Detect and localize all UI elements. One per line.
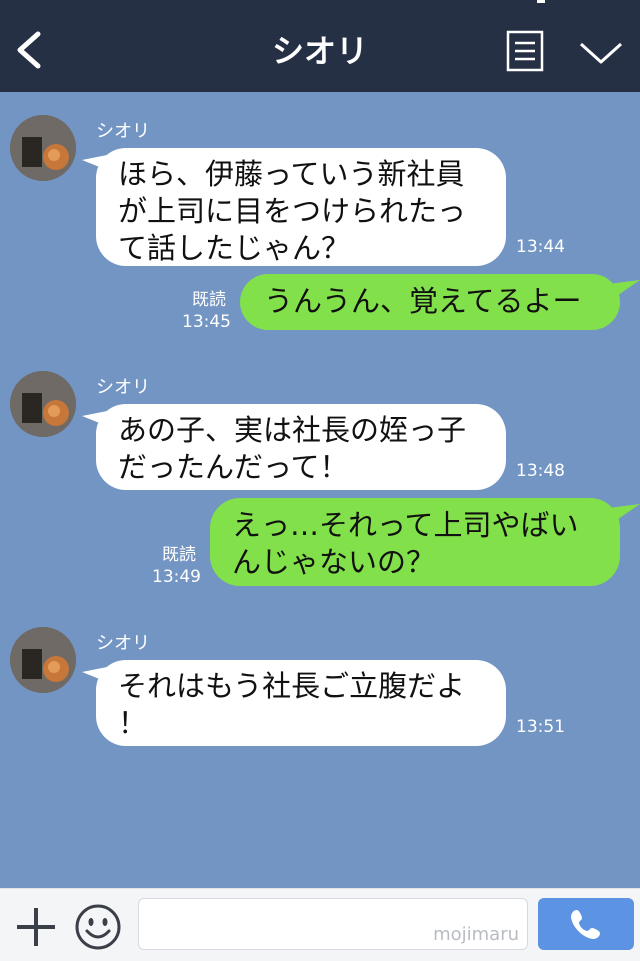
- message-composer: mojimaru: [0, 888, 640, 961]
- plus-icon[interactable]: [14, 905, 58, 949]
- avatar[interactable]: [10, 371, 76, 437]
- phone-icon: [571, 910, 600, 939]
- chat-title: シオリ: [271, 32, 368, 70]
- message-bubble[interactable]: ほら、伊藤っていう新社員 が上司に目をつけられたっ て話したじゃん？: [96, 148, 506, 266]
- bubble-tail: [608, 504, 640, 526]
- call-button[interactable]: [538, 898, 634, 950]
- sender-name: シオリ: [96, 633, 150, 654]
- message-bubble[interactable]: あの子、実は社長の姪っ子 だったんだって！: [96, 404, 506, 490]
- message-bubble[interactable]: うんうん、覚えてるよー: [240, 274, 620, 330]
- message-bubble[interactable]: それはもう社長ご立腹だよ ！: [96, 660, 506, 746]
- avatar[interactable]: [10, 627, 76, 693]
- read-receipt: 既読 13:45: [182, 289, 231, 333]
- watermark: mojimaru: [433, 924, 519, 945]
- chat-header: シオリ: [0, 0, 640, 92]
- read-label: 既読: [162, 545, 196, 565]
- bubble-tail: [608, 280, 640, 302]
- message-input[interactable]: mojimaru: [138, 898, 528, 950]
- message-time: 13:49: [152, 567, 201, 587]
- sender-name: シオリ: [96, 121, 150, 142]
- smile-icon[interactable]: [74, 903, 122, 951]
- message-time: 13:48: [516, 461, 565, 481]
- notes-icon[interactable]: [506, 30, 544, 72]
- read-label: 既読: [192, 290, 226, 310]
- status-indicator: [537, 0, 545, 3]
- chevron-down-icon[interactable]: [578, 40, 624, 68]
- message-bubble[interactable]: えっ…それって上司やばい んじゃないの？: [210, 498, 620, 586]
- avatar[interactable]: [10, 115, 76, 181]
- message-list[interactable]: シオリ ほら、伊藤っていう新社員 が上司に目をつけられたっ て話したじゃん？ 1…: [0, 92, 640, 888]
- message-time: 13:44: [516, 237, 565, 257]
- sender-name: シオリ: [96, 377, 150, 398]
- message-time: 13:51: [516, 717, 565, 737]
- message-time: 13:45: [182, 312, 231, 332]
- read-receipt: 既読 13:49: [152, 544, 201, 588]
